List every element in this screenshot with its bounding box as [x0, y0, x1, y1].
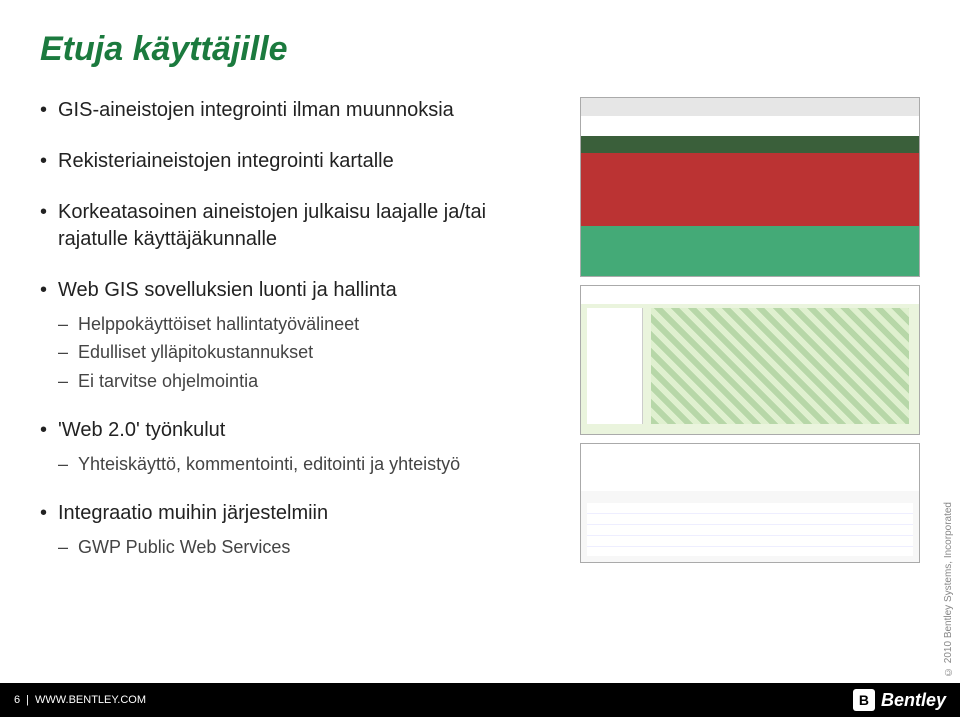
bentley-logo-icon: B: [853, 689, 875, 711]
footer-logo: B Bentley: [853, 689, 946, 711]
bullet-item: Web GIS sovelluksien luonti ja hallinta …: [40, 277, 560, 393]
bullet-item: 'Web 2.0' työnkulut Yhteiskäyttö, kommen…: [40, 417, 560, 476]
sub-bullet-item: Yhteiskäyttö, kommentointi, editointi ja…: [58, 452, 560, 476]
sub-bullet-item: Ei tarvitse ohjelmointia: [58, 369, 560, 393]
sub-bullet-item: Helppokäyttöiset hallintatyövälineet: [58, 312, 560, 336]
sub-bullet-list: Yhteiskäyttö, kommentointi, editointi ja…: [58, 452, 560, 476]
sub-bullet-list: Helppokäyttöiset hallintatyövälineet Edu…: [58, 312, 560, 393]
copyright-text: © 2010 Bentley Systems, Incorporated: [943, 502, 954, 677]
bullet-item: Korkeatasoinen aineistojen julkaisu laaj…: [40, 199, 560, 253]
screenshot-geo-web-publisher: [580, 97, 920, 277]
footer-url: WWW.BENTLEY.COM: [35, 694, 146, 706]
bullet-item: Integraatio muihin järjestelmiin GWP Pub…: [40, 500, 560, 559]
slide-footer: 6 | WWW.BENTLEY.COM B Bentley: [0, 683, 960, 717]
bullet-text: Web GIS sovelluksien luonti ja hallinta: [58, 279, 397, 301]
slide: Etuja käyttäjille GIS-aineistojen integr…: [0, 0, 960, 717]
page-number: 6: [14, 694, 20, 706]
footer-left: 6 | WWW.BENTLEY.COM: [14, 694, 146, 706]
bullet-list-container: GIS-aineistojen integrointi ilman muunno…: [40, 97, 560, 583]
screenshot-column: [580, 97, 920, 583]
slide-title: Etuja käyttäjille: [40, 30, 920, 69]
screenshot-map-viewer: [580, 285, 920, 435]
sub-bullet-item: Edulliset ylläpitokustannukset: [58, 340, 560, 364]
screenshot-parcel-data-panel: [580, 443, 920, 563]
content-row: GIS-aineistojen integrointi ilman muunno…: [40, 97, 920, 583]
footer-brand: Bentley: [881, 690, 946, 711]
bullet-text: Integraatio muihin järjestelmiin: [58, 502, 328, 524]
bullet-item: GIS-aineistojen integrointi ilman muunno…: [40, 97, 560, 124]
footer-separator: |: [26, 694, 29, 706]
sub-bullet-item: GWP Public Web Services: [58, 535, 560, 559]
bullet-text: 'Web 2.0' työnkulut: [58, 419, 225, 441]
bullet-list: GIS-aineistojen integrointi ilman muunno…: [40, 97, 560, 559]
sub-bullet-list: GWP Public Web Services: [58, 535, 560, 559]
bullet-item: Rekisteriaineistojen integrointi kartall…: [40, 148, 560, 175]
